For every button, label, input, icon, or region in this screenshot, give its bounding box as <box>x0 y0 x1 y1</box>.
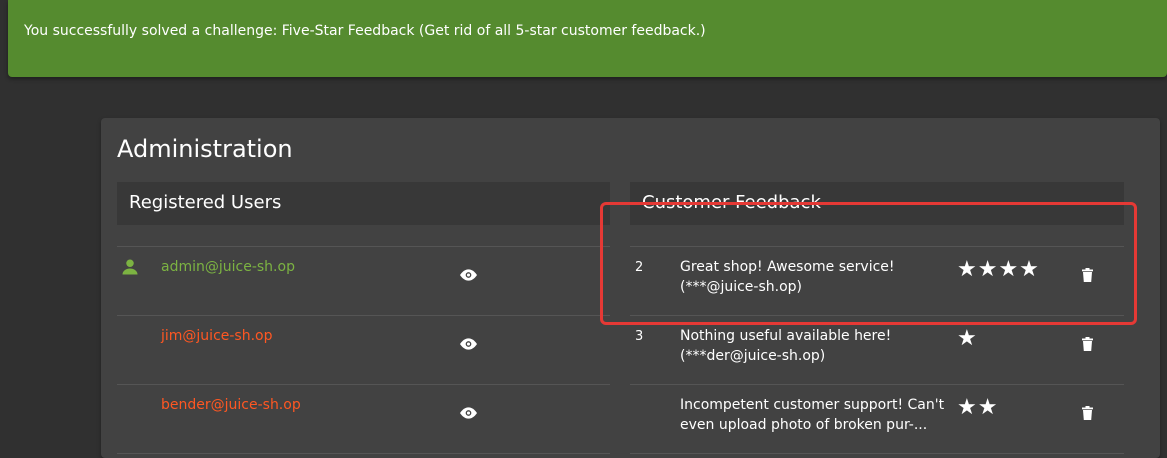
registered-users-header: Registered Users <box>117 182 610 225</box>
users-list: admin@juice-sh.op jim@juice-sh.op bender… <box>117 246 610 454</box>
feedback-comment: Great shop! Awesome service! (***@juice-… <box>680 259 895 295</box>
trash-icon[interactable] <box>1082 337 1093 351</box>
feedback-id: 2 <box>635 260 644 275</box>
notification-message: You successfully solved a challenge: Fiv… <box>24 23 706 39</box>
page-title: Administration <box>117 135 293 163</box>
eye-icon[interactable] <box>460 338 477 350</box>
eye-icon[interactable] <box>460 269 477 281</box>
feedback-comment: Incompetent customer support! Can't even… <box>680 397 945 433</box>
user-email: admin@juice-sh.op <box>161 259 295 275</box>
challenge-solved-notification: You successfully solved a challenge: Fiv… <box>8 0 1167 77</box>
feedback-list: 2 Great shop! Awesome service! (***@juic… <box>630 246 1124 454</box>
feedback-row: Incompetent customer support! Can't even… <box>630 385 1124 454</box>
feedback-row: 3 Nothing useful available here! (***der… <box>630 316 1124 385</box>
feedback-comment: Nothing useful available here! (***der@j… <box>680 328 892 364</box>
customer-feedback-panel: Customer Feedback 2 Great shop! Awesome … <box>630 182 1124 454</box>
user-row: admin@juice-sh.op <box>117 247 610 316</box>
registered-users-panel: Registered Users admin@juice-sh.op jim@j… <box>117 182 610 454</box>
user-email: jim@juice-sh.op <box>161 328 273 344</box>
trash-icon[interactable] <box>1082 268 1093 282</box>
user-icon <box>122 259 138 275</box>
eye-icon[interactable] <box>460 407 477 419</box>
user-row: bender@juice-sh.op <box>117 385 610 454</box>
administration-card: Administration Registered Users admin@ju… <box>101 118 1160 458</box>
user-row: jim@juice-sh.op <box>117 316 610 385</box>
star-rating: ★★★★ <box>957 257 1040 282</box>
feedback-row: 2 Great shop! Awesome service! (***@juic… <box>630 247 1124 316</box>
user-email: bender@juice-sh.op <box>161 397 301 413</box>
star-rating: ★ <box>957 326 978 351</box>
feedback-id: 3 <box>635 329 644 344</box>
customer-feedback-header: Customer Feedback <box>630 182 1124 225</box>
star-rating: ★★ <box>957 395 999 420</box>
trash-icon[interactable] <box>1082 406 1093 420</box>
